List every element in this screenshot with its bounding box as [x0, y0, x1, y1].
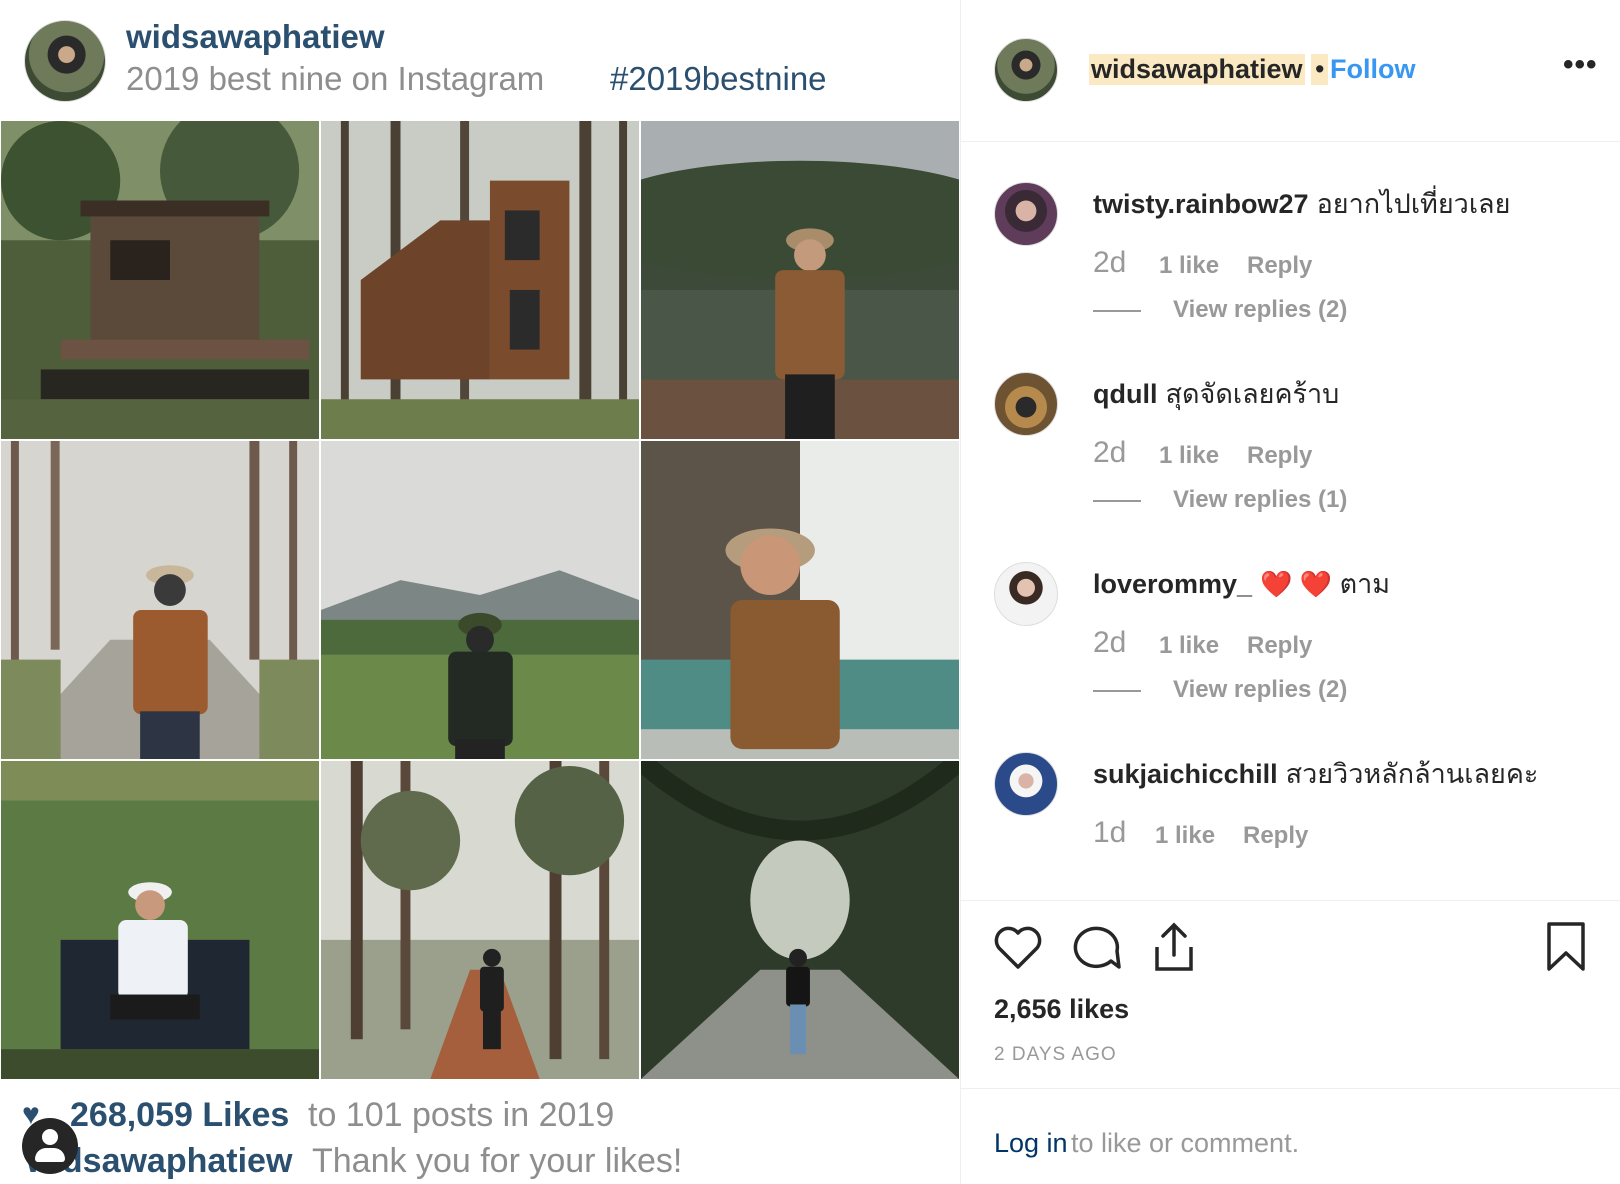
post-header: widsawaphatiew • Follow ••• — [961, 0, 1620, 142]
commenter-username[interactable]: sukjaichicchill — [1093, 759, 1278, 789]
comment-likes[interactable]: 1 like — [1159, 252, 1219, 280]
commenter-avatar[interactable] — [994, 372, 1058, 436]
comments-list: twisty.rainbow27 อยากไปเที่ยวเลย 2d 1 lik… — [961, 142, 1620, 902]
photo-tile — [640, 120, 960, 440]
replies-divider — [1093, 690, 1141, 692]
comment-time[interactable]: 2d — [1093, 246, 1126, 280]
comment-item: twisty.rainbow27 อยากไปเที่ยวเลย 2d 1 lik… — [961, 142, 1620, 332]
photo-grid — [0, 120, 960, 1080]
comment-text: sukjaichicchill สวยวิวหลักล้านเลยคะ — [1093, 752, 1538, 795]
comment-likes[interactable]: 1 like — [1155, 822, 1215, 850]
photo-tile — [320, 440, 640, 760]
comment-icon[interactable] — [1071, 923, 1121, 971]
author-username[interactable]: widsawaphatiew — [1089, 54, 1305, 85]
more-icon[interactable]: ••• — [1563, 48, 1598, 82]
comment-time[interactable]: 1d — [1093, 816, 1126, 850]
follow-button[interactable]: Follow — [1330, 54, 1415, 85]
comment-item: loverommy_ ❤️ ❤️ ตาม 2d 1 like Reply View… — [961, 522, 1620, 712]
comment-body: ตาม — [1339, 569, 1391, 599]
replies-divider — [1093, 500, 1141, 502]
best-nine-likes: 268,059 Likes — [70, 1096, 290, 1134]
best-nine-avatar — [24, 20, 106, 102]
author-avatar[interactable] — [994, 38, 1058, 102]
separator-dot: • — [1311, 54, 1329, 85]
heart-icon[interactable] — [993, 923, 1043, 971]
comment-body: สวยวิวหลักล้านเลยคะ — [1285, 759, 1539, 789]
bookmark-icon[interactable] — [1545, 921, 1587, 973]
login-link[interactable]: Log in — [994, 1128, 1068, 1159]
commenter-username[interactable]: twisty.rainbow27 — [1093, 189, 1309, 219]
photo-tile — [0, 440, 320, 760]
reply-button[interactable]: Reply — [1247, 442, 1312, 470]
photo-tile — [0, 120, 320, 440]
reply-button[interactable]: Reply — [1247, 252, 1312, 280]
replies-divider — [1093, 310, 1141, 312]
commenter-avatar[interactable] — [994, 182, 1058, 246]
share-icon[interactable] — [1149, 921, 1199, 973]
reply-button[interactable]: Reply — [1247, 632, 1312, 660]
comment-item: sukjaichicchill สวยวิวหลักล้านเลยคะ 1d 1 … — [961, 712, 1620, 902]
photo-tile — [320, 120, 640, 440]
comment-item: qdull สุดจัดเลยคร้าบ 2d 1 like Reply View… — [961, 332, 1620, 522]
best-nine-likes-text: to 101 posts in 2019 — [308, 1096, 615, 1134]
post-date[interactable]: 2 DAYS AGO — [994, 1044, 1117, 1066]
commenter-avatar[interactable] — [994, 562, 1058, 626]
best-nine-username: widsawaphatiew — [126, 18, 385, 55]
post-sidebar: widsawaphatiew • Follow ••• twisty.rainb… — [960, 0, 1620, 1184]
comment-text: loverommy_ ❤️ ❤️ ตาม — [1093, 562, 1390, 605]
commenter-username[interactable]: loverommy_ — [1093, 569, 1252, 599]
comment-body: อยากไปเที่ยวเลย — [1316, 189, 1511, 219]
best-nine-subtitle: 2019 best nine on Instagram — [126, 60, 545, 97]
profile-overlay-icon[interactable] — [22, 1118, 78, 1174]
login-prompt-text: to like or comment. — [1071, 1128, 1300, 1158]
comment-text: qdull สุดจัดเลยคร้าบ — [1093, 372, 1339, 415]
photo-tile — [0, 760, 320, 1080]
photo-tile — [640, 440, 960, 760]
heart-emoji-icon: ❤️ ❤️ — [1260, 569, 1333, 599]
comment-body: สุดจัดเลยคร้าบ — [1165, 379, 1340, 409]
photo-tile — [640, 760, 960, 1080]
comment-time[interactable]: 2d — [1093, 626, 1126, 660]
best-nine-thanks: Thank you for your likes! — [312, 1142, 683, 1180]
reply-button[interactable]: Reply — [1243, 822, 1308, 850]
photo-tile — [320, 760, 640, 1080]
best-nine-hashtag: #2019bestnine — [610, 60, 827, 97]
comment-likes[interactable]: 1 like — [1159, 442, 1219, 470]
view-replies-button[interactable]: View replies (1) — [1173, 486, 1347, 514]
comment-time[interactable]: 2d — [1093, 436, 1126, 470]
comment-likes[interactable]: 1 like — [1159, 632, 1219, 660]
best-nine-image: widsawaphatiew 2019 best nine on Instagr… — [0, 0, 960, 1184]
post-likes[interactable]: 2,656 likes — [994, 994, 1129, 1025]
commenter-username[interactable]: qdull — [1093, 379, 1157, 409]
view-replies-button[interactable]: View replies (2) — [1173, 296, 1347, 324]
commenter-avatar[interactable] — [994, 752, 1058, 816]
view-replies-button[interactable]: View replies (2) — [1173, 676, 1347, 704]
comment-text: twisty.rainbow27 อยากไปเที่ยวเลย — [1093, 182, 1510, 225]
best-nine-header: widsawaphatiew 2019 best nine on Instagr… — [0, 0, 960, 120]
